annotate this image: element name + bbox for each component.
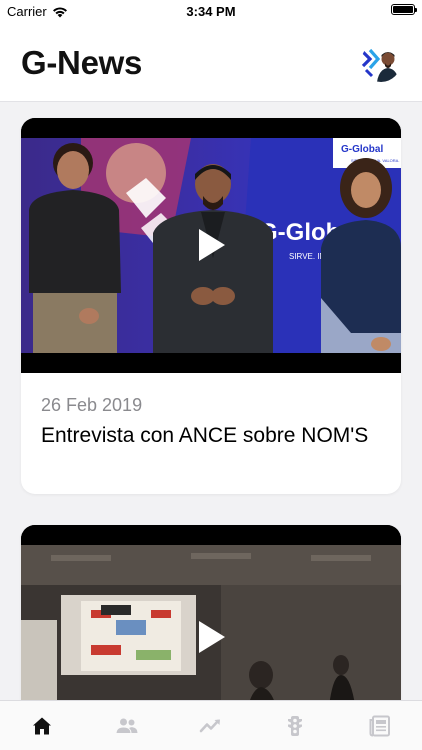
tab-bar [0, 700, 422, 750]
video-thumbnail[interactable]: G-Global SIRVE. INNOVA. VALORA. G-Glob S… [21, 118, 401, 373]
navigation-header: G-News [0, 22, 422, 102]
profile-avatar[interactable] [361, 42, 401, 82]
play-icon [199, 621, 225, 653]
news-feed[interactable]: G-Global SIRVE. INNOVA. VALORA. G-Glob S… [0, 103, 422, 700]
status-right [391, 4, 417, 15]
play-button[interactable] [181, 607, 241, 667]
tab-news[interactable] [338, 701, 422, 750]
news-card[interactable]: G-Global SIRVE. INNOVA. VALORA. G-Glob S… [21, 118, 401, 494]
news-icon [369, 715, 390, 736]
brand-logo-text: G-Global [341, 144, 383, 155]
people-icon [116, 718, 138, 733]
avatar-image [361, 42, 401, 82]
tab-trends[interactable] [169, 701, 253, 750]
status-bar: Carrier 3:34 PM [0, 0, 422, 22]
video-thumbnail[interactable] [21, 525, 401, 700]
trend-icon [199, 719, 221, 732]
battery-icon [391, 4, 417, 15]
news-card[interactable] [21, 525, 401, 700]
play-icon [199, 229, 225, 261]
tab-home[interactable] [0, 701, 84, 750]
home-icon [33, 717, 52, 734]
play-button[interactable] [181, 215, 241, 275]
card-date: 26 Feb 2019 [41, 395, 143, 415]
tab-people[interactable] [84, 701, 168, 750]
page-title: G-News [21, 44, 143, 81]
traffic-light-icon [288, 715, 303, 736]
status-time: 3:34 PM [186, 4, 236, 19]
card-title[interactable]: Entrevista con ANCE sobre NOM'S [41, 423, 381, 449]
tab-traffic[interactable] [253, 701, 337, 750]
